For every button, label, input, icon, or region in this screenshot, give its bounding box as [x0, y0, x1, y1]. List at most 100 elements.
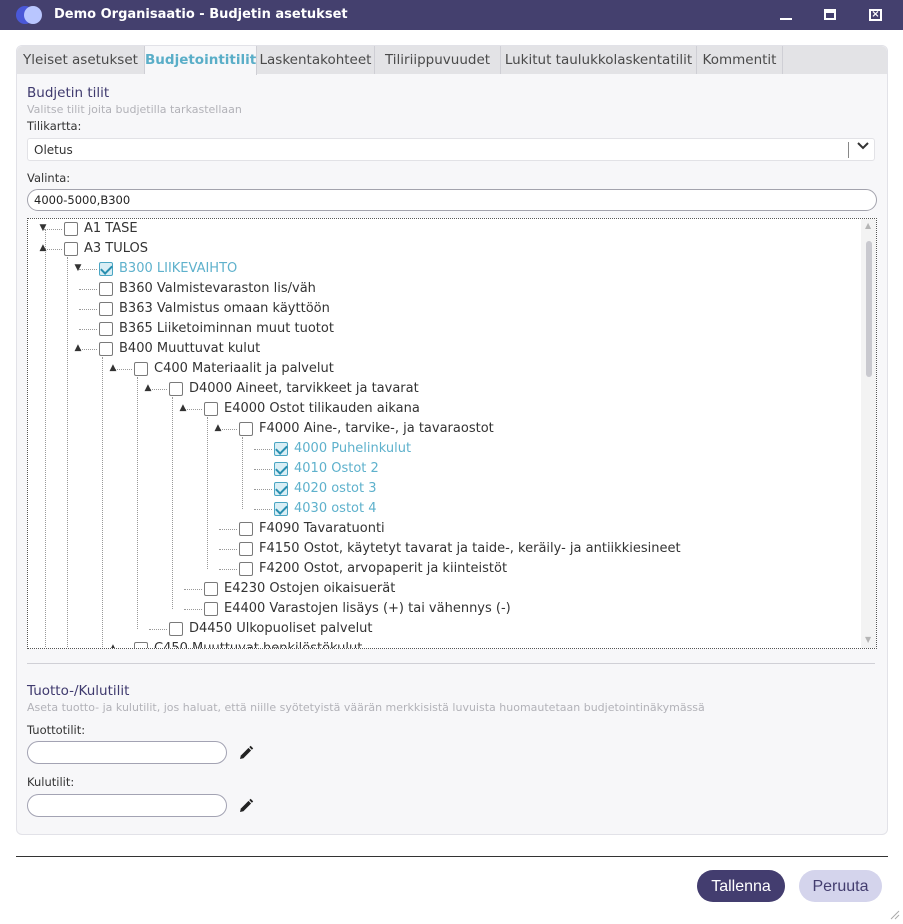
tree-node-label[interactable]: C450 Muuttuvat henkilöstökulut: [154, 641, 362, 648]
scroll-up-icon[interactable]: ▲: [865, 221, 871, 230]
tree-collapsed-toggle-icon[interactable]: ▲: [142, 382, 154, 394]
tree-node-checkbox[interactable]: [64, 222, 78, 236]
tree-node-label[interactable]: 4010 Ostot 2: [294, 461, 379, 476]
tree-node-checkbox[interactable]: [204, 402, 218, 416]
tree-node-checkbox[interactable]: [169, 382, 183, 396]
tree-node-label[interactable]: F4200 Ostot, arvopaperit ja kiinteistöt: [259, 561, 507, 576]
tab-lukitut-taulukkolaskentatilit[interactable]: Lukitut taulukkolaskentatilit: [501, 46, 697, 74]
tree-node-label[interactable]: B360 Valmistevaraston lis/väh: [119, 281, 316, 296]
tree-expanded-toggle-icon[interactable]: ▼: [37, 222, 49, 234]
tree-node[interactable]: 4030 ostot 4: [28, 499, 858, 519]
tree-node[interactable]: ▲ B400 Muuttuvat kulut: [28, 339, 858, 359]
tree-collapsed-toggle-icon[interactable]: ▲: [212, 422, 224, 434]
tree-collapsed-toggle-icon[interactable]: ▲: [107, 362, 119, 374]
tree-node-checkbox[interactable]: [204, 582, 218, 596]
tree-node-label[interactable]: A3 TULOS: [84, 241, 148, 256]
tab-laskentakohteet[interactable]: Laskentakohteet: [257, 46, 375, 74]
tree-node-checkbox[interactable]: [134, 362, 148, 376]
tree-node-checkbox[interactable]: [134, 642, 148, 648]
edit-expense-pencil-icon[interactable]: [238, 798, 254, 814]
expense-accounts-input[interactable]: [27, 794, 227, 817]
tree-node-label[interactable]: 4000 Puhelinkulut: [294, 441, 411, 456]
tree-node-checkbox[interactable]: [239, 422, 253, 436]
scroll-down-icon[interactable]: ▼: [865, 635, 871, 644]
tree-node-checkbox[interactable]: [99, 342, 113, 356]
tree-node[interactable]: B363 Valmistus omaan käyttöön: [28, 299, 858, 319]
tree-node[interactable]: ▲ A3 TULOS: [28, 239, 858, 259]
tree-node[interactable]: F4090 Tavaratuonti: [28, 519, 858, 539]
tree-node[interactable]: ▲ C450 Muuttuvat henkilöstökulut: [28, 639, 858, 648]
tree-node[interactable]: 4020 ostot 3: [28, 479, 858, 499]
tree-node-label[interactable]: B363 Valmistus omaan käyttöön: [119, 301, 330, 316]
tab-tiliriippuvuudet[interactable]: Tiliriippuvuudet: [375, 46, 501, 74]
tree-node[interactable]: F4150 Ostot, käytetyt tavarat ja taide-,…: [28, 539, 858, 559]
tree-node-checkbox[interactable]: [99, 322, 113, 336]
tree-scrollbar[interactable]: ▲ ▼: [861, 219, 876, 648]
tree-node[interactable]: ▼ B300 LIIKEVAIHTO: [28, 259, 858, 279]
tree-node-label[interactable]: E4400 Varastojen lisäys (+) tai vähennys…: [224, 601, 511, 616]
tree-node-label[interactable]: D4450 Ulkopuoliset palvelut: [189, 621, 373, 636]
tree-node[interactable]: E4400 Varastojen lisäys (+) tai vähennys…: [28, 599, 858, 619]
chevron-down-icon[interactable]: [856, 138, 870, 156]
save-button[interactable]: Tallenna: [697, 870, 785, 902]
tree-node-label[interactable]: B300 LIIKEVAIHTO: [119, 261, 237, 276]
tree-node[interactable]: B360 Valmistevaraston lis/väh: [28, 279, 858, 299]
tree-node[interactable]: ▲ F4000 Aine-, tarvike-, ja tavaraostot: [28, 419, 858, 439]
tree-node-checkbox[interactable]: [169, 622, 183, 636]
tree-node[interactable]: F4200 Ostot, arvopaperit ja kiinteistöt: [28, 559, 858, 579]
close-button[interactable]: ×: [858, 2, 894, 28]
resize-grip-icon[interactable]: [888, 905, 900, 920]
tree-node-label[interactable]: E4000 Ostot tilikauden aikana: [224, 401, 420, 416]
tree-node[interactable]: B365 Liiketoiminnan muut tuotot: [28, 319, 858, 339]
tree-node-label[interactable]: F4000 Aine-, tarvike-, ja tavaraostot: [259, 421, 494, 436]
tree-node[interactable]: 4000 Puhelinkulut: [28, 439, 858, 459]
tree-node-checkbox[interactable]: [239, 562, 253, 576]
tree-node-checkbox[interactable]: [204, 602, 218, 616]
tree-node-checkbox[interactable]: [274, 482, 288, 496]
tree-node-label[interactable]: 4020 ostot 3: [294, 481, 377, 496]
tree-node[interactable]: E4230 Ostojen oikaisuerät: [28, 579, 858, 599]
tree-node-label[interactable]: A1 TASE: [84, 221, 138, 236]
tree-node-label[interactable]: E4230 Ostojen oikaisuerät: [224, 581, 395, 596]
tree-node-label[interactable]: B365 Liiketoiminnan muut tuotot: [119, 321, 334, 336]
tree-node-checkbox[interactable]: [99, 302, 113, 316]
tree-node-label[interactable]: C400 Materiaalit ja palvelut: [154, 361, 334, 376]
tree-node-checkbox[interactable]: [239, 542, 253, 556]
tree-node-label[interactable]: D4000 Aineet, tarvikkeet ja tavarat: [189, 381, 419, 396]
tree-node-checkbox[interactable]: [239, 522, 253, 536]
tree-node-checkbox[interactable]: [99, 282, 113, 296]
tree-collapsed-toggle-icon[interactable]: ▲: [177, 402, 189, 414]
tree-node[interactable]: D4450 Ulkopuoliset palvelut: [28, 619, 858, 639]
tree-collapsed-toggle-icon[interactable]: ▲: [72, 342, 84, 354]
cancel-button[interactable]: Peruuta: [799, 870, 882, 902]
tree-node[interactable]: ▲ C400 Materiaalit ja palvelut: [28, 359, 858, 379]
account-tree[interactable]: ▲ ▼ ▼ A1 TASE ▲ A3 TULOS ▼ B300 LIIKEVAIHTO B3…: [27, 218, 877, 649]
tree-node-label[interactable]: F4150 Ostot, käytetyt tavarat ja taide-,…: [259, 541, 681, 556]
tree-node-label[interactable]: F4090 Tavaratuonti: [259, 521, 385, 536]
income-accounts-input[interactable]: [27, 741, 227, 764]
tab-budjetointitilit[interactable]: Budjetointitilit: [145, 46, 257, 75]
tree-collapsed-toggle-icon[interactable]: ▲: [37, 242, 49, 254]
tree-node-label[interactable]: B400 Muuttuvat kulut: [119, 341, 260, 356]
maximize-button[interactable]: [812, 2, 848, 28]
tab-yleiset-asetukset[interactable]: Yleiset asetukset: [17, 46, 145, 74]
selection-input[interactable]: 4000-5000,B300: [27, 189, 877, 211]
tree-connector-line: [254, 469, 272, 470]
tree-expanded-toggle-icon[interactable]: ▼: [72, 262, 84, 274]
tree-node-checkbox[interactable]: [99, 262, 113, 276]
tree-collapsed-toggle-icon[interactable]: ▲: [107, 642, 119, 648]
tree-node[interactable]: ▲ E4000 Ostot tilikauden aikana: [28, 399, 858, 419]
tab-kommentit[interactable]: Kommentit: [697, 46, 783, 74]
tree-node-checkbox[interactable]: [274, 442, 288, 456]
tree-node[interactable]: 4010 Ostot 2: [28, 459, 858, 479]
tree-node[interactable]: ▼ A1 TASE: [28, 219, 858, 239]
chart-of-accounts-select[interactable]: Oletus: [27, 138, 875, 161]
tree-node-checkbox[interactable]: [64, 242, 78, 256]
tree-node-checkbox[interactable]: [274, 502, 288, 516]
tree-node-checkbox[interactable]: [274, 462, 288, 476]
minimize-button[interactable]: [768, 2, 804, 28]
tree-node-label[interactable]: 4030 ostot 4: [294, 501, 377, 516]
scrollbar-thumb[interactable]: [866, 241, 872, 377]
tree-node[interactable]: ▲ D4000 Aineet, tarvikkeet ja tavarat: [28, 379, 858, 399]
edit-income-pencil-icon[interactable]: [238, 745, 254, 761]
